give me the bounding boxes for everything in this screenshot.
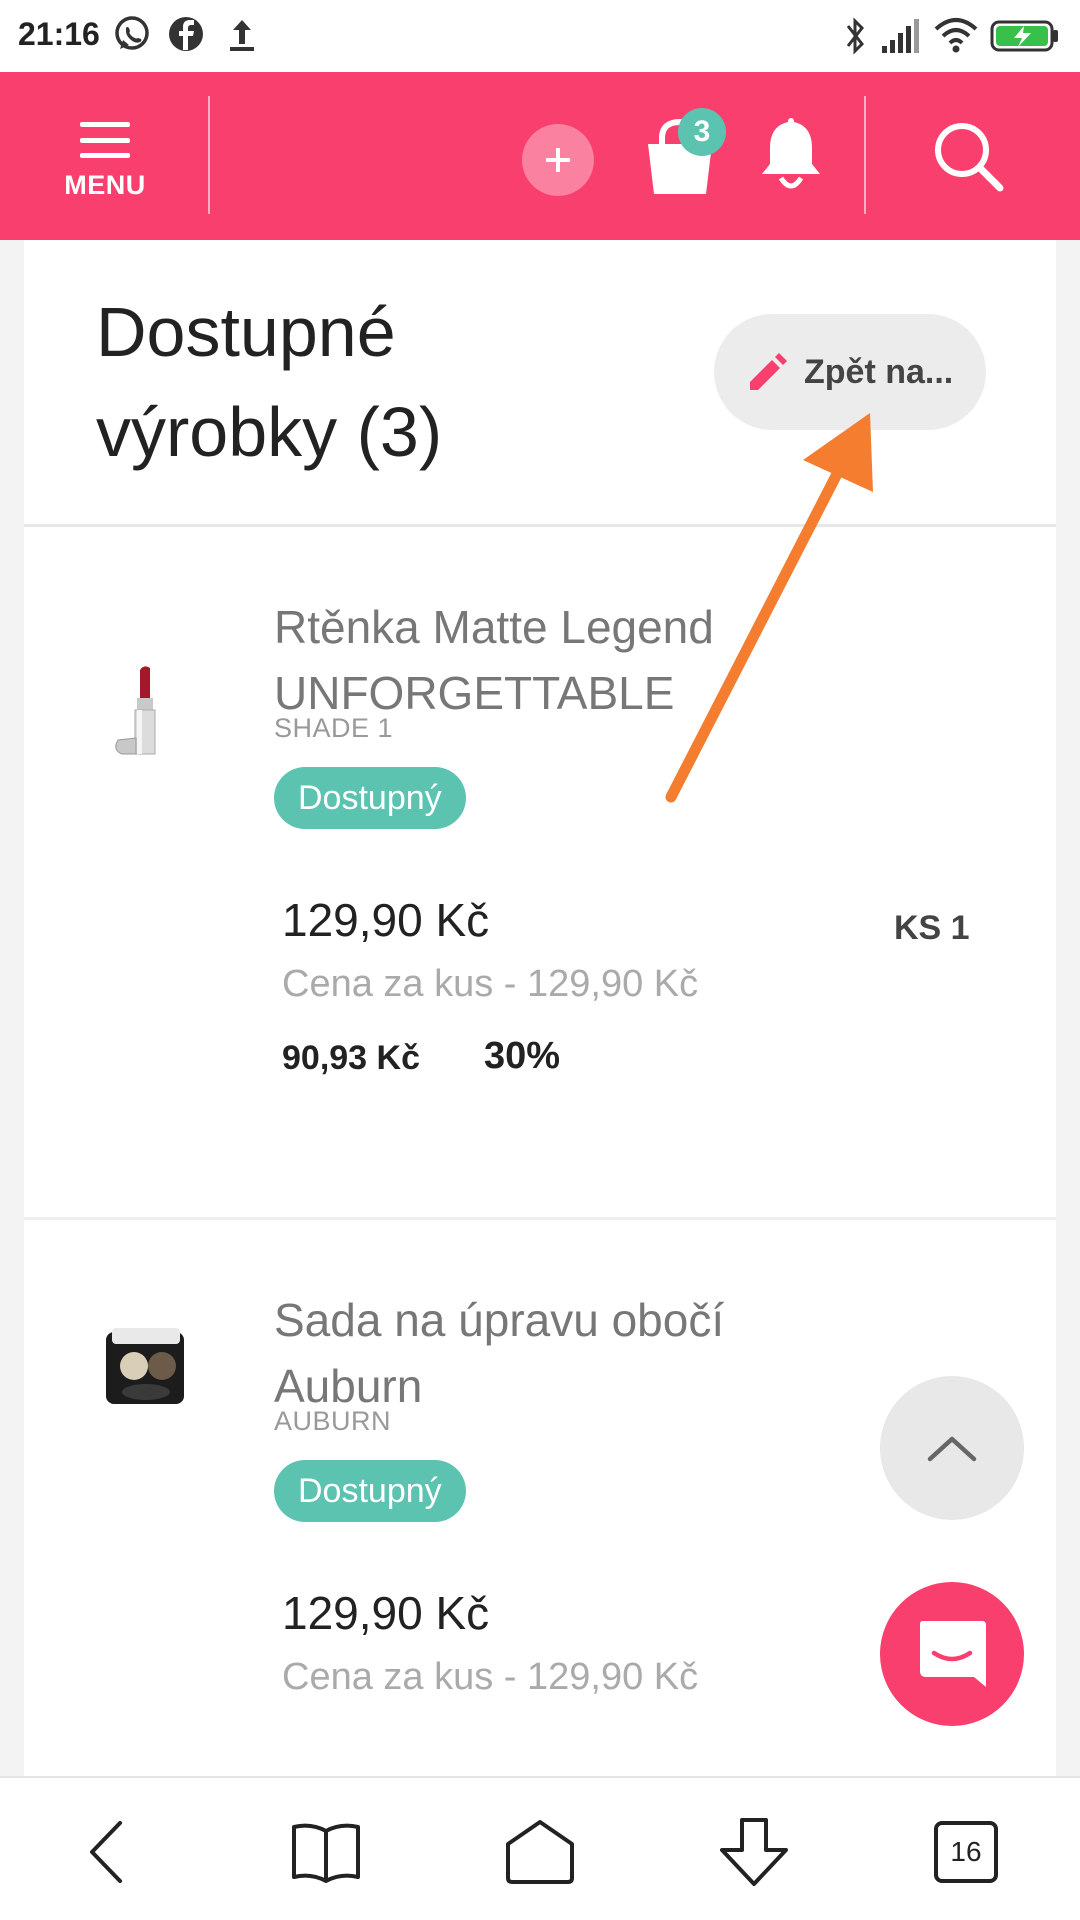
home-button[interactable]: [500, 1812, 580, 1892]
cart-count-badge: 3: [678, 108, 726, 156]
product-variant: AUBURN: [274, 1406, 392, 1436]
product-name[interactable]: Sada na úpravu obočí Auburn: [274, 1287, 794, 1419]
plus-icon: [546, 148, 570, 172]
bookmarks-button[interactable]: [286, 1812, 366, 1892]
pencil-icon: [750, 353, 787, 390]
product-price: 129,90 Kč: [282, 1587, 490, 1639]
content-area: Dostupné výrobky (3) Zpět na... Rtěnka M…: [24, 240, 1056, 1776]
add-button[interactable]: [522, 124, 594, 196]
tabs-count: 16: [950, 1836, 982, 1867]
tabs-button[interactable]: 16: [926, 1812, 1006, 1892]
back-button[interactable]: [66, 1812, 146, 1892]
app-header: MENU 3: [0, 72, 1080, 240]
page-title: Dostupné výrobky (3): [96, 293, 443, 471]
download-icon: [720, 1818, 788, 1886]
product-quantity: KS 1: [894, 909, 970, 947]
browser-bottom-bar: 16: [0, 1776, 1080, 1920]
back-icon: [90, 1821, 122, 1883]
menu-label: MENU: [64, 170, 146, 200]
search-icon[interactable]: [930, 118, 1006, 194]
chat-button[interactable]: [880, 1582, 1024, 1726]
menu-button[interactable]: MENU: [50, 122, 160, 232]
bell-icon[interactable]: [756, 114, 826, 194]
chevron-up-icon: [927, 1436, 977, 1462]
upload-icon: [230, 20, 254, 51]
status-time: 21:16: [18, 16, 100, 52]
back-to-button-label: Zpět na...: [804, 352, 954, 391]
header-divider: [864, 96, 866, 214]
status-bar: 21:16: [0, 0, 1080, 72]
bookmarks-icon: [292, 1823, 360, 1883]
battery-charging-icon: [990, 20, 1058, 52]
product-name[interactable]: Rtěnka Matte Legend UNFORGETTABLE: [274, 594, 794, 726]
lipstick-image: [115, 666, 156, 755]
bluetooth-icon: [846, 17, 864, 55]
availability-badge: Dostupný: [274, 767, 466, 829]
product-variant: SHADE 1: [274, 713, 394, 743]
product-unit-price: Cena za kus - 129,90 Kč: [282, 1656, 699, 1698]
eyebrow-palette-image: [106, 1328, 184, 1404]
back-to-button[interactable]: Zpět na...: [714, 314, 986, 430]
discount-price: 90,93 Kč: [282, 1039, 420, 1077]
signal-icon: [882, 19, 919, 53]
facebook-icon: [169, 17, 203, 51]
wifi-icon: [934, 18, 978, 53]
home-icon: [506, 1820, 574, 1884]
scroll-to-top-button[interactable]: [880, 1376, 1024, 1520]
chat-icon: [920, 1621, 986, 1687]
product-item[interactable]: Rtěnka Matte Legend UNFORGETTABLE SHADE …: [24, 527, 1056, 1217]
download-button[interactable]: [714, 1812, 794, 1892]
availability-badge: Dostupný: [274, 1460, 466, 1522]
discount-percent: 30%: [484, 1035, 561, 1077]
product-unit-price: Cena za kus - 129,90 Kč: [282, 963, 699, 1005]
whatsapp-icon: [115, 16, 149, 50]
product-price: 129,90 Kč: [282, 894, 490, 946]
header-divider: [208, 96, 210, 214]
menu-icon: [80, 122, 130, 158]
